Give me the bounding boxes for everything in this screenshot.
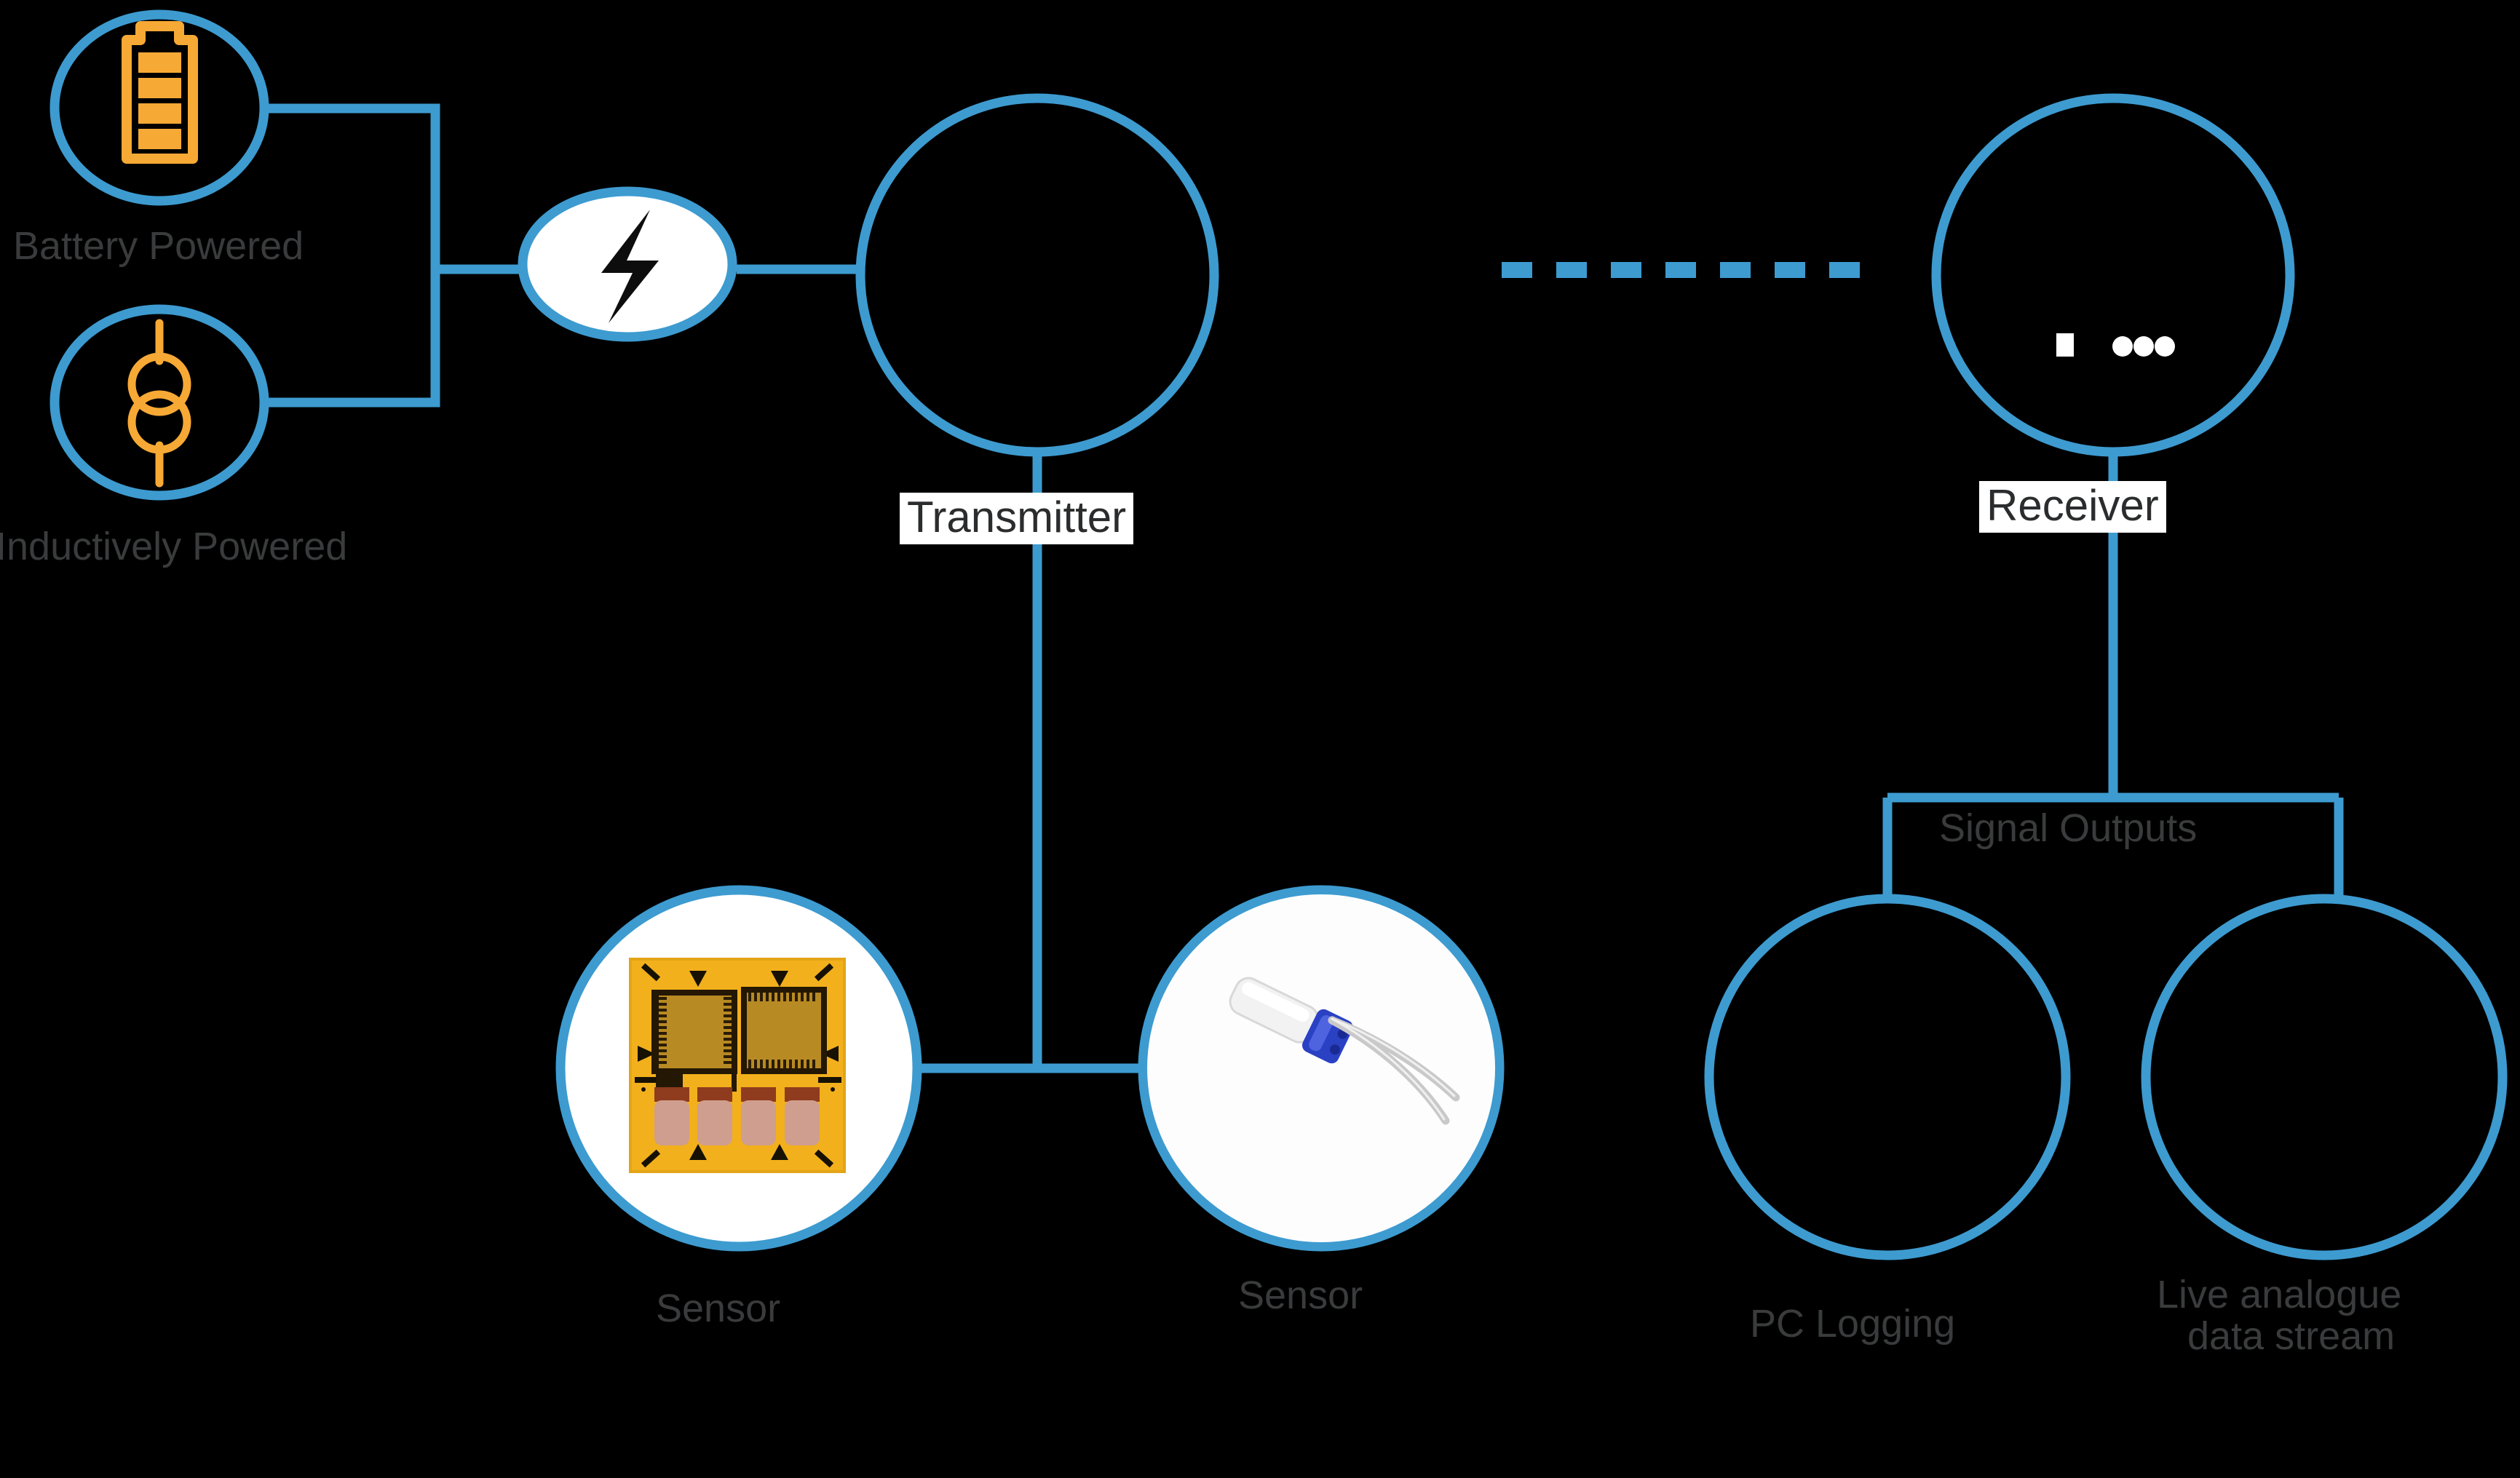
label-battery-powered: Battery Powered <box>13 224 304 268</box>
label-sensor-rtd: Sensor <box>1238 1274 1363 1317</box>
rtd-thermistor-photo <box>1147 894 1495 1242</box>
label-inductively-powered: Inductively Powered <box>0 525 348 568</box>
label-receiver: Receiver <box>1979 481 2166 533</box>
label-analogue-stream: Live analogue data stream <box>2157 1274 2506 1356</box>
diagram-canvas: Battery Powered Inductively Powered Tran… <box>0 0 2520 1478</box>
label-transmitter: Transmitter <box>900 493 1134 544</box>
node-circle-analogue-stream[interactable] <box>2141 894 2508 1260</box>
label-signal-outputs: Signal Outputs <box>1939 806 2198 850</box>
node-circle-pc-logging[interactable] <box>1704 894 2071 1260</box>
label-analogue-stream-line2: data stream <box>2187 1314 2396 1358</box>
device-antenna-icon <box>2056 333 2175 357</box>
connector-inductive-to-bracket <box>266 269 440 408</box>
inductor-coil-icon <box>127 319 191 488</box>
label-pc-logging: PC Logging <box>1750 1302 1956 1346</box>
strain-gauge-photo <box>629 958 846 1173</box>
node-circle-receiver[interactable] <box>1931 93 2295 457</box>
diagram-svg <box>49 9 2508 1260</box>
label-sensor-strain: Sensor <box>656 1287 781 1330</box>
node-circle-transmitter[interactable] <box>855 93 1219 457</box>
label-analogue-stream-line1: Live analogue <box>2157 1273 2402 1316</box>
battery-full-icon <box>122 21 198 164</box>
